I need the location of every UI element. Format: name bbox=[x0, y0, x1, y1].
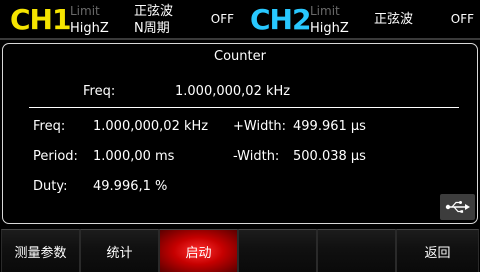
softkey-back[interactable]: 返回 bbox=[396, 229, 479, 272]
channel-1-impedance: HighZ bbox=[70, 21, 109, 36]
duty-value: 49.996,1 % bbox=[93, 179, 168, 194]
divider bbox=[29, 107, 459, 108]
softkey-measure-params[interactable]: 测量参数 bbox=[1, 229, 80, 272]
channel-2-status[interactable]: CH2 Limit HighZ 正弦波 OFF bbox=[240, 0, 480, 40]
channel-1-name: CH1 bbox=[10, 3, 71, 36]
channel-1-status[interactable]: CH1 Limit HighZ 正弦波 N周期 OFF bbox=[0, 0, 240, 40]
usb-button[interactable] bbox=[440, 194, 475, 220]
channel-2-name: CH2 bbox=[250, 3, 311, 36]
usb-icon bbox=[445, 201, 470, 213]
softkey-bar: 测量参数 统计 启动 返回 bbox=[0, 229, 480, 272]
channel-2-underline bbox=[240, 38, 480, 40]
softkey-start[interactable]: 启动 bbox=[159, 229, 238, 272]
positive-width-label: +Width: bbox=[233, 119, 287, 134]
channel-1-underline bbox=[0, 38, 240, 40]
negative-width-label: -Width: bbox=[233, 149, 280, 164]
period-label: Period: bbox=[33, 149, 78, 164]
channel-1-output-state: OFF bbox=[210, 12, 234, 26]
channel-1-waveform: 正弦波 bbox=[134, 4, 174, 19]
softkey-empty-4[interactable] bbox=[238, 229, 317, 272]
channel-header: CH1 Limit HighZ 正弦波 N周期 OFF CH2 Limit Hi… bbox=[0, 0, 480, 40]
softkey-empty-5[interactable] bbox=[317, 229, 396, 272]
panel-title: Counter bbox=[214, 49, 266, 64]
freq-label: Freq: bbox=[33, 119, 66, 134]
negative-width-value: 500.038 µs bbox=[293, 149, 366, 164]
channel-2-waveform: 正弦波 bbox=[374, 12, 414, 27]
softkey-statistics[interactable]: 统计 bbox=[80, 229, 159, 272]
main-freq-value: 1.000,000,02 kHz bbox=[175, 84, 291, 99]
channel-1-limit: Limit bbox=[70, 4, 100, 18]
freq-value: 1.000,000,02 kHz bbox=[93, 119, 209, 134]
main-freq-label: Freq: bbox=[83, 84, 116, 99]
channel-2-limit: Limit bbox=[310, 4, 340, 18]
channel-2-impedance: HighZ bbox=[310, 21, 349, 36]
positive-width-value: 499.961 µs bbox=[293, 119, 366, 134]
channel-1-mode: N周期 bbox=[134, 21, 170, 36]
duty-label: Duty: bbox=[33, 179, 68, 194]
counter-panel: Counter Freq: 1.000,000,02 kHz Freq: 1.0… bbox=[2, 43, 478, 224]
channel-2-output-state: OFF bbox=[450, 12, 474, 26]
period-value: 1.000,00 ms bbox=[93, 149, 175, 164]
